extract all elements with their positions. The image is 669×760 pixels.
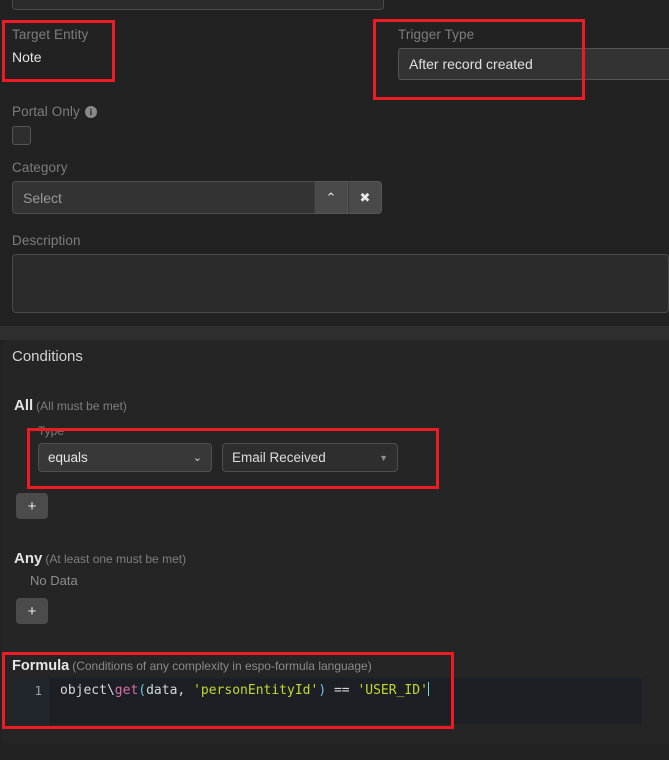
code-token-close-paren: ) [318,683,326,698]
conditions-panel: Conditions All(All must be met) Type equ… [2,340,669,744]
text-cursor [428,682,429,696]
category-select-input[interactable]: Select [12,181,314,214]
workflow-upper-form: Target Entity Note Trigger Type After re… [0,0,669,326]
any-group-heading: Any(At least one must be met) [14,550,186,567]
trigger-type-input[interactable]: After record created [398,48,669,80]
formula-hint: (Conditions of any complexity in espo-fo… [72,659,372,673]
chevron-up-icon[interactable]: ⌃ [314,181,348,214]
formula-heading: Formula(Conditions of any complexity in … [12,658,669,674]
category-select-group: Select ⌃ ✖ [12,181,382,214]
code-token-get: get [115,683,138,698]
description-textarea[interactable] [12,254,669,313]
all-group-heading: All(All must be met) [14,397,127,414]
info-icon[interactable]: i [85,106,97,118]
category-label: Category [12,159,382,177]
all-group-hint: (All must be met) [36,399,127,413]
condition-operator-value: equals [48,450,88,465]
code-gutter-line-number: 1 [12,678,50,724]
target-entity-label: Target Entity [12,26,192,44]
description-label: Description [12,232,669,250]
condition-operator-select[interactable]: equals ⌄ [38,443,212,472]
portal-only-label-text: Portal Only [12,103,80,121]
portal-only-field: Portal Only i [12,103,97,145]
clear-icon[interactable]: ✖ [348,181,382,214]
portal-only-label: Portal Only i [12,103,97,121]
conditions-title: Conditions [12,348,83,365]
any-group-hint: (At least one must be met) [45,552,186,566]
any-group-name: Any [14,550,42,567]
formula-section: Formula(Conditions of any complexity in … [12,658,669,724]
code-token-object: object\ [60,683,115,698]
code-token-data-arg: data, [146,683,193,698]
condition-type-label: Type [38,424,64,438]
trigger-type-field: Trigger Type After record created [398,26,669,80]
any-group-empty-text: No Data [30,573,78,588]
add-any-condition-button[interactable]: + [16,598,48,624]
category-field: Category Select ⌃ ✖ [12,159,382,214]
add-all-condition-button[interactable]: + [16,493,48,519]
code-token-user-id: 'USER_ID' [357,683,427,698]
caret-down-icon: ▼ [379,453,388,463]
trigger-type-label: Trigger Type [398,26,669,44]
target-entity-field: Target Entity Note [12,26,192,67]
description-field: Description [12,232,669,313]
section-divider [0,326,669,340]
code-line[interactable]: object\get(data, 'personEntityId') == 'U… [50,678,642,724]
all-group-name: All [14,397,33,414]
formula-title: Formula [12,658,69,674]
condition-target-select[interactable]: Email Received ▼ [222,443,398,472]
code-token-open-paren: ( [138,683,146,698]
target-entity-value: Note [12,48,192,67]
condition-target-value: Email Received [232,450,326,465]
condition-row: Type equals ⌄ Email Received ▼ [32,425,436,483]
portal-only-checkbox[interactable] [12,126,31,145]
chevron-down-icon: ⌄ [193,451,202,464]
partial-input-above[interactable] [12,0,384,10]
code-token-equals-operator: == [326,683,357,698]
code-token-person-entity-id: 'personEntityId' [193,683,318,698]
formula-code-editor[interactable]: 1 object\get(data, 'personEntityId') == … [12,678,642,724]
